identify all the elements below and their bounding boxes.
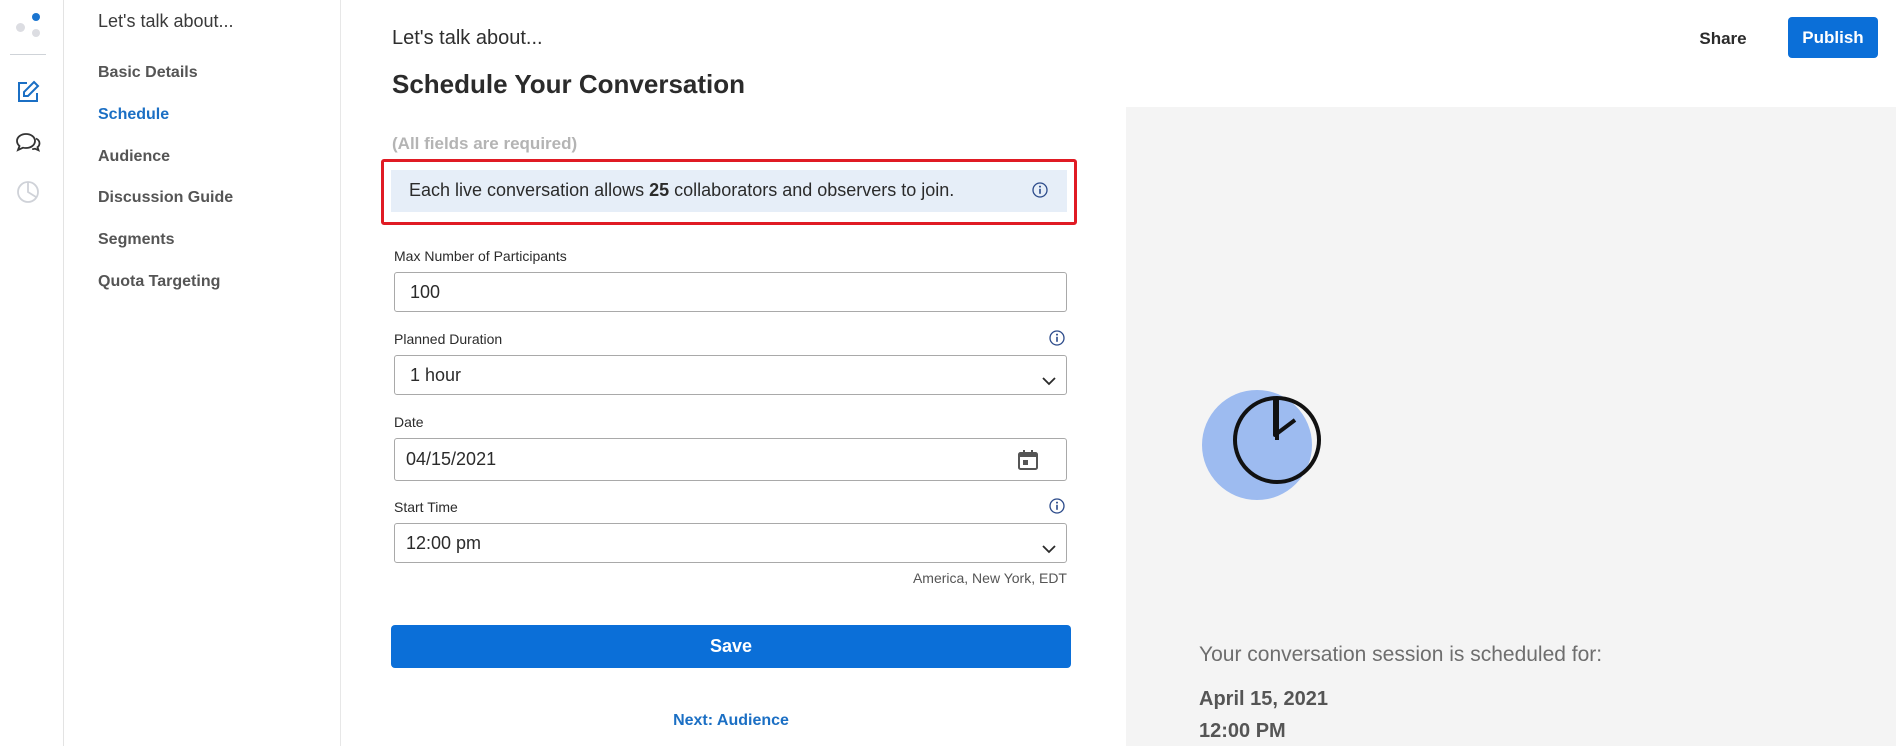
icon-rail [0, 0, 64, 746]
rail-divider [10, 54, 46, 55]
save-button[interactable]: Save [391, 625, 1071, 668]
info-icon[interactable] [1049, 330, 1065, 351]
nav-item-schedule[interactable]: Schedule [98, 106, 169, 124]
collaborator-count: 25 [649, 180, 670, 200]
start-time-select[interactable]: 12:00 pm [394, 523, 1067, 563]
nav-title: Let's talk about... [98, 11, 234, 31]
pie-chart-icon[interactable] [14, 178, 42, 206]
preview-time: 12:00 PM [1199, 720, 1286, 742]
nav-item-discussion-guide[interactable]: Discussion Guide [98, 189, 233, 207]
date-input[interactable]: 04/15/2021 [394, 438, 1067, 481]
nav-item-basic-details[interactable]: Basic Details [98, 64, 198, 82]
nav-item-quota-targeting[interactable]: Quota Targeting [98, 273, 220, 291]
planned-duration-select[interactable]: 1 hour [394, 355, 1067, 395]
highlight-box: Each live conversation allows 25 collabo… [381, 159, 1077, 225]
planned-duration-label: Planned Duration [394, 331, 503, 347]
max-participants-label: Max Number of Participants [394, 248, 567, 264]
planned-duration-value: 1 hour [410, 364, 462, 385]
max-participants-value: 100 [410, 281, 441, 302]
date-value: 04/15/2021 [406, 449, 497, 469]
start-time-label: Start Time [394, 499, 458, 515]
info-banner-text: Each live conversation allows 25 collabo… [409, 180, 955, 200]
page-title: Schedule Your Conversation [392, 69, 746, 99]
logo-icon[interactable] [14, 12, 44, 40]
timezone-note: America, New York, EDT [912, 570, 1067, 586]
clock-icon [1199, 387, 1329, 507]
preview-caption: Your conversation session is scheduled f… [1199, 643, 1603, 666]
chat-icon[interactable] [14, 128, 42, 156]
share-button[interactable]: Share [1683, 20, 1763, 58]
chevron-down-icon [1042, 538, 1056, 559]
publish-button[interactable]: Publish [1788, 17, 1878, 58]
info-icon[interactable] [1049, 498, 1065, 519]
calendar-icon[interactable] [1016, 448, 1040, 477]
step-navigation: Let's talk about... Basic Details Schedu… [64, 0, 341, 746]
nav-item-segments[interactable]: Segments [98, 231, 174, 249]
date-label: Date [394, 414, 424, 430]
required-note: (All fields are required) [392, 134, 578, 153]
preview-date: April 15, 2021 [1199, 688, 1328, 710]
next-audience-link[interactable]: Next: Audience [391, 712, 1071, 730]
edit-icon[interactable] [14, 78, 42, 106]
start-time-value: 12:00 pm [406, 532, 482, 553]
nav-item-audience[interactable]: Audience [98, 148, 170, 166]
max-participants-input[interactable]: 100 [394, 272, 1067, 312]
page-kicker: Let's talk about... [392, 27, 543, 49]
main-content: Let's talk about... Schedule Your Conver… [341, 0, 1896, 746]
info-banner: Each live conversation allows 25 collabo… [391, 170, 1067, 212]
chevron-down-icon [1042, 370, 1056, 391]
info-icon[interactable] [1032, 182, 1048, 203]
schedule-preview-panel: Your conversation session is scheduled f… [1126, 107, 1896, 746]
